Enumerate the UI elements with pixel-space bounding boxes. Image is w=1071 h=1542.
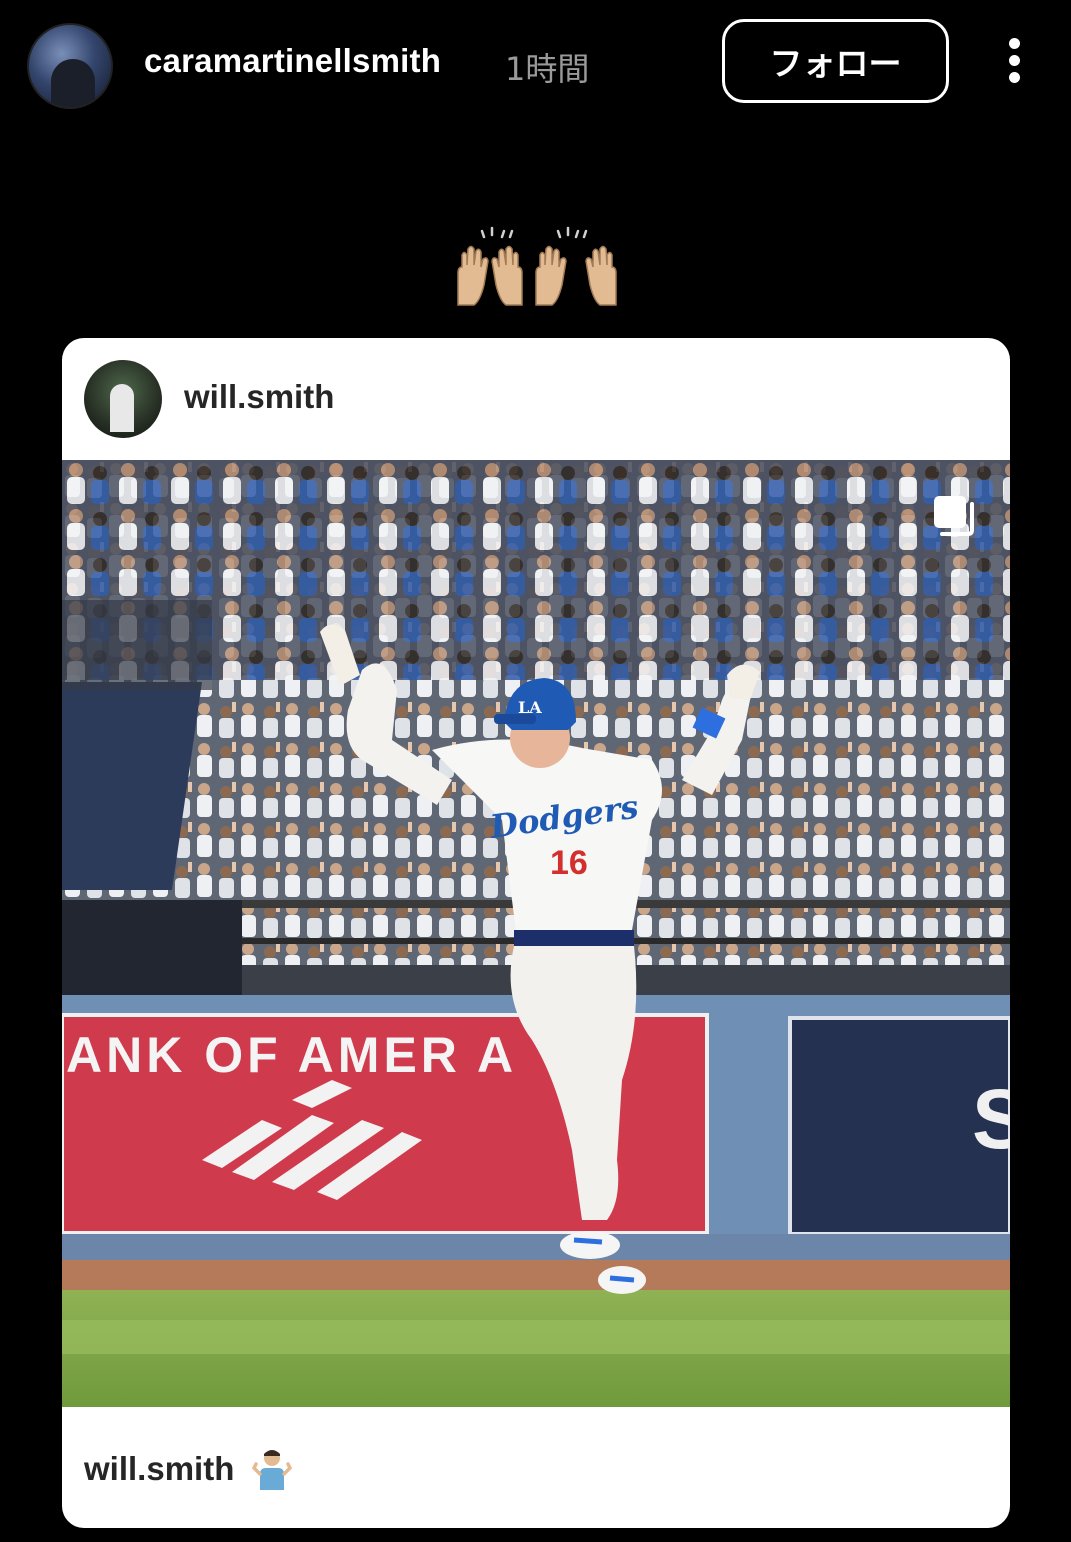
profile-avatar[interactable] bbox=[27, 23, 113, 109]
post-header: caramartinellsmith 1時間 フォロー bbox=[0, 0, 1071, 130]
shared-post-username[interactable]: will.smith bbox=[184, 378, 334, 416]
shared-post-avatar[interactable] bbox=[84, 360, 162, 438]
follow-button[interactable]: フォロー bbox=[722, 19, 949, 103]
multi-photo-icon bbox=[930, 492, 978, 540]
helmet-logo: LA bbox=[518, 698, 542, 717]
raised-hands-emoji bbox=[450, 225, 625, 310]
banner-text: ANK OF AMER A bbox=[66, 1027, 517, 1083]
shared-post-footer-username[interactable]: will.smith bbox=[84, 1450, 234, 1488]
jersey-number: 16 bbox=[550, 844, 588, 882]
more-vertical-icon[interactable] bbox=[1000, 38, 1028, 86]
right-banner-letter: S bbox=[972, 1072, 1010, 1166]
person-shrugging-emoji bbox=[251, 1446, 293, 1490]
post-photo[interactable]: ANK OF AMER A S Dodgers 16 LA bbox=[62, 460, 1010, 1407]
post-username[interactable]: caramartinellsmith bbox=[144, 42, 441, 80]
post-timestamp: 1時間 bbox=[505, 50, 590, 88]
shared-post-card[interactable]: will.smith ANK OF AMER A S Dodgers 16 LA… bbox=[62, 338, 1010, 1528]
